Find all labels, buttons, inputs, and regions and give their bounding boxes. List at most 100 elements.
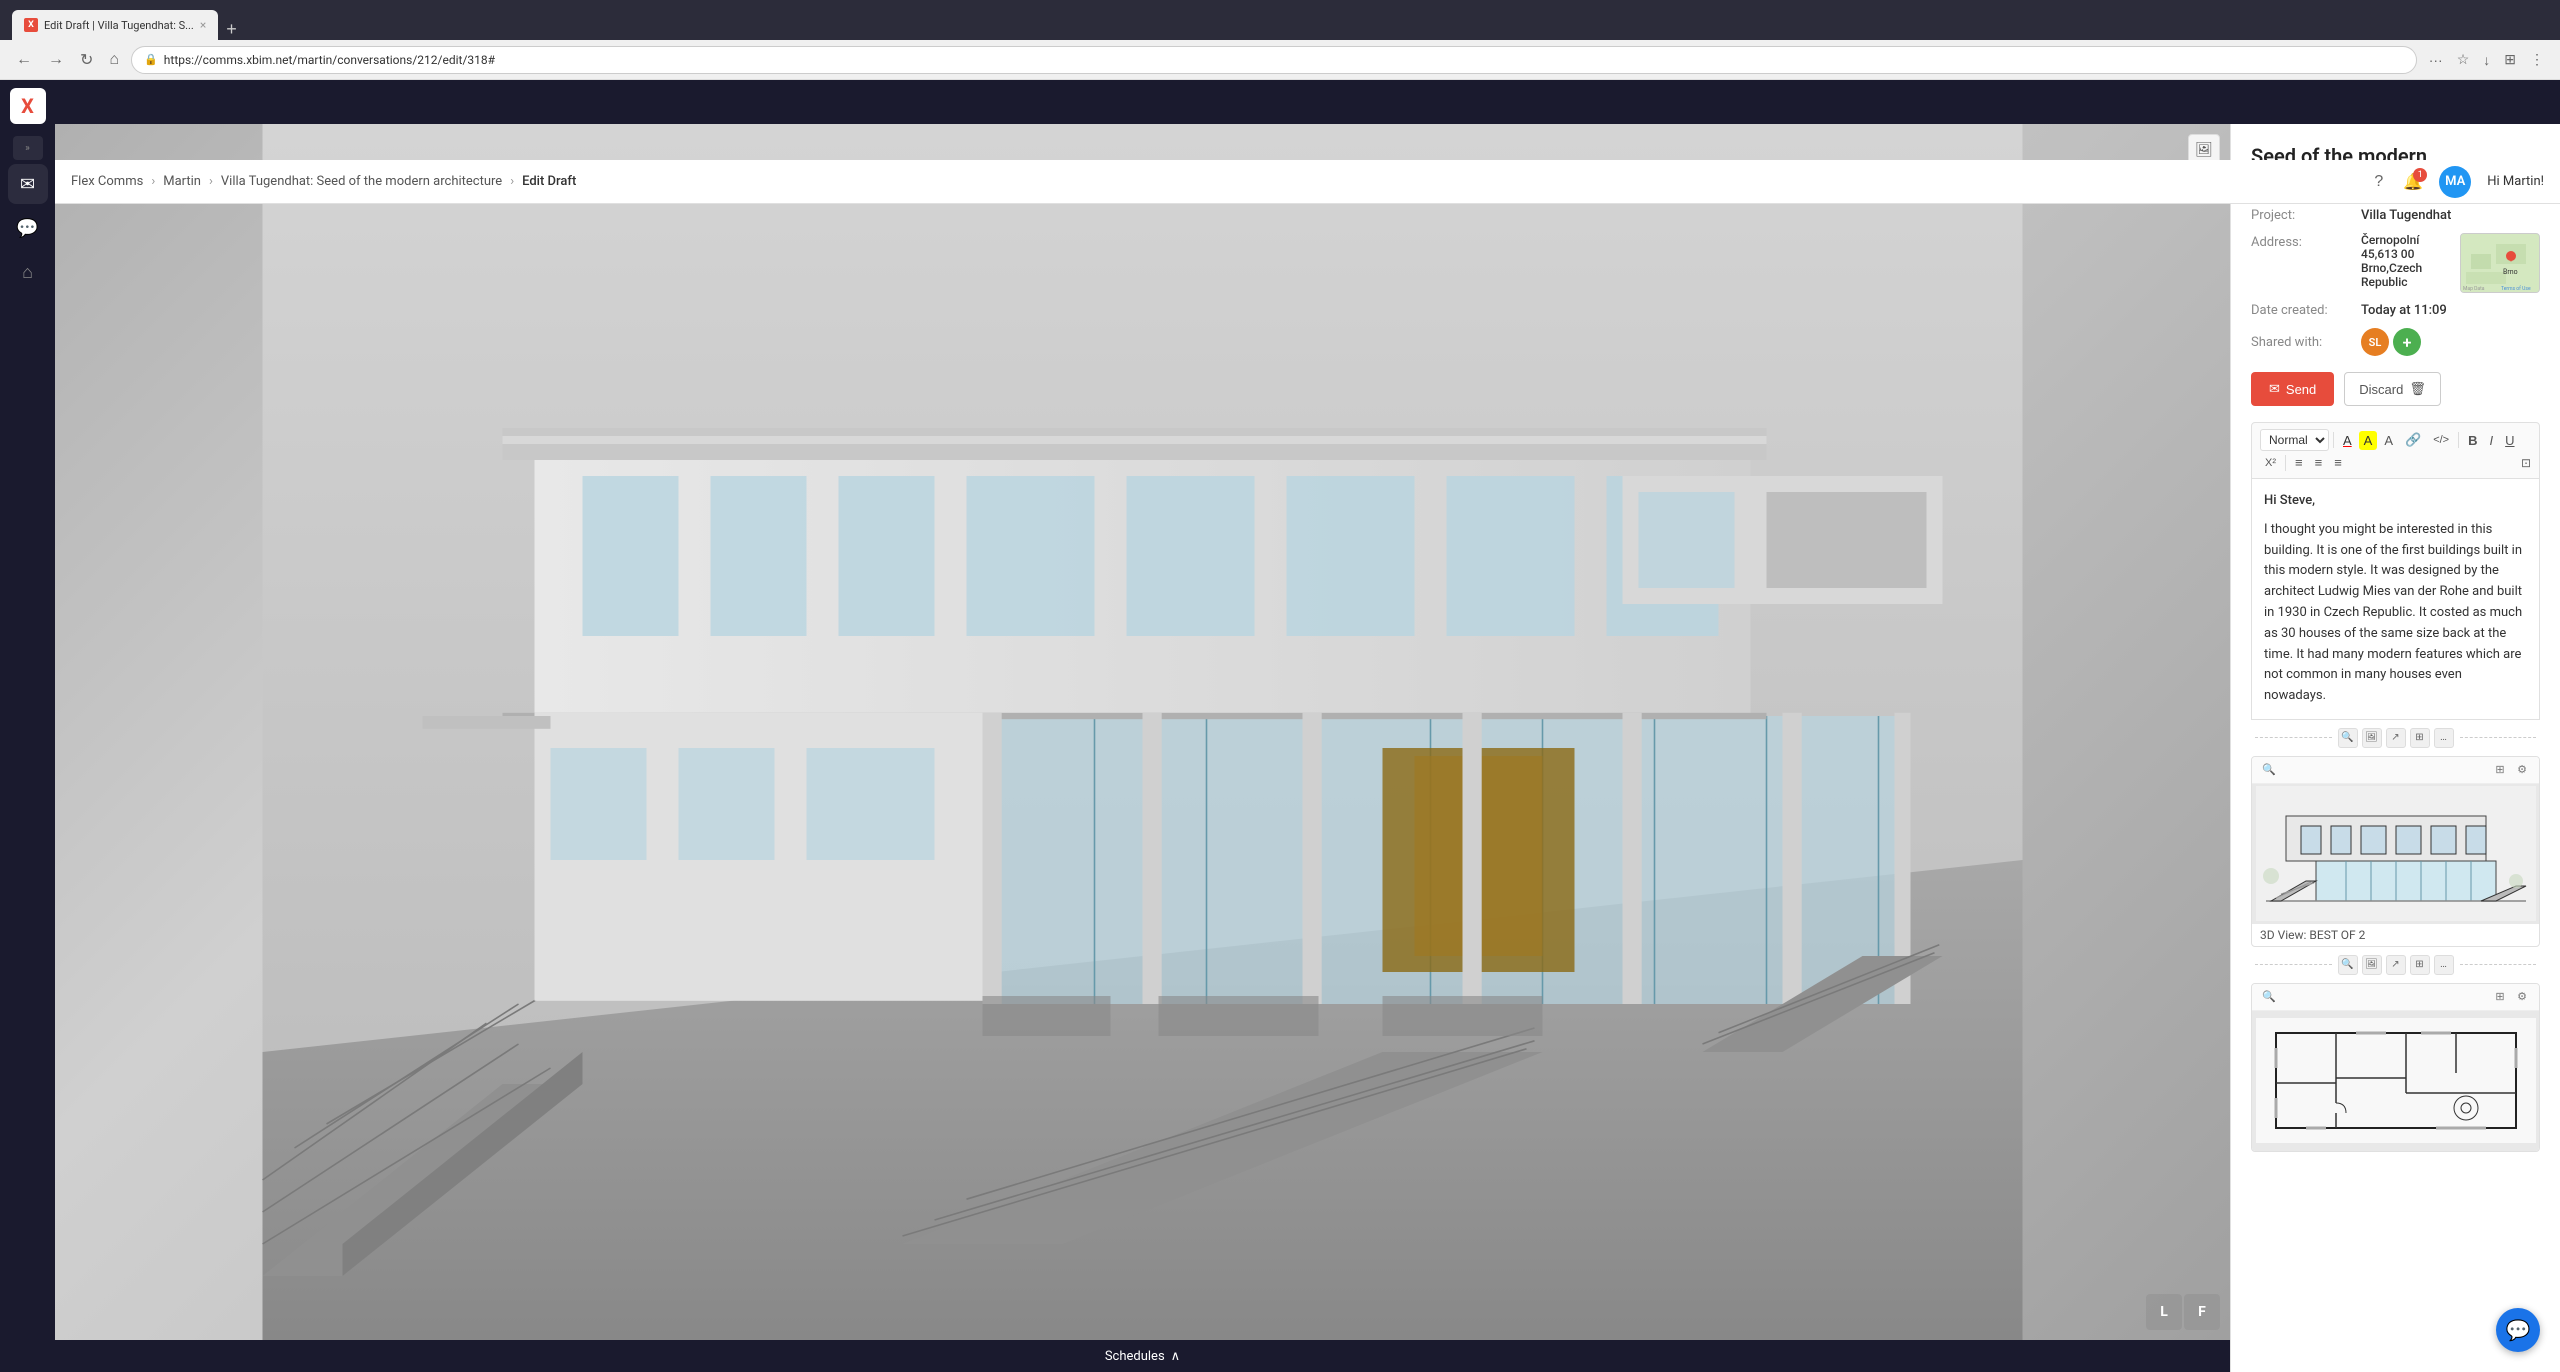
breadcrumb-sep-3: ›: [510, 174, 514, 189]
active-tab[interactable]: X Edit Draft | Villa Tugendhat: S... ×: [12, 10, 218, 40]
toolbar-font-color-button[interactable]: A: [2338, 431, 2357, 450]
home-button[interactable]: ⌂: [105, 47, 123, 73]
date-label: Date created:: [2251, 303, 2361, 318]
discard-icon: 🗑: [2409, 381, 2426, 397]
sidebar-item-mail[interactable]: ✉: [8, 164, 48, 204]
divider-line-2-left: [2255, 964, 2332, 965]
toolbar-expand-button[interactable]: ⊡: [2521, 456, 2531, 470]
attachment2-zoom-icon[interactable]: 🔍: [2338, 955, 2358, 975]
map-thumbnail[interactable]: Brno Map Data Terms of Use: [2460, 233, 2540, 293]
toolbar-ol-button[interactable]: ≡: [2290, 453, 2308, 472]
attachment-header-zoom[interactable]: 🔍: [2260, 761, 2278, 779]
url-text: https://comms.xbim.net/martin/conversati…: [164, 53, 2404, 67]
attachment-zoom-icon[interactable]: 🔍: [2338, 728, 2358, 748]
send-icon: ✉: [2269, 381, 2280, 397]
project-value: Villa Tugendhat: [2361, 208, 2451, 223]
sidebar-item-chat[interactable]: 💬: [8, 208, 48, 248]
extensions-button[interactable]: ⊞: [2500, 47, 2520, 72]
browser-nav-actions: ··· ☆ ↓ ⊞ ⋮: [2425, 47, 2548, 72]
breadcrumb-martin[interactable]: Martin: [163, 174, 201, 189]
attachment2-header-zoom[interactable]: 🔍: [2260, 988, 2278, 1006]
toolbar-ul-button[interactable]: ≡: [2310, 453, 2328, 472]
toolbar-code-button[interactable]: </>: [2428, 432, 2454, 448]
send-button[interactable]: ✉ Send: [2251, 372, 2334, 406]
notification-bell[interactable]: 🔔 1: [2403, 172, 2423, 191]
attachment2-settings-icon[interactable]: ⚙: [2513, 988, 2531, 1006]
attachment-header-2: 🔍 ⊞ ⚙: [2252, 984, 2539, 1011]
toolbar-bold-button[interactable]: B: [2463, 431, 2482, 450]
attachment2-link-icon[interactable]: ↗: [2386, 955, 2406, 975]
more-button[interactable]: ···: [2425, 48, 2447, 72]
schedules-chevron: ∧: [1171, 1349, 1181, 1364]
corner-logo-f: F: [2184, 1294, 2220, 1330]
svg-text:Terms of Use: Terms of Use: [2501, 285, 2531, 292]
attachment-header-1: 🔍 ⊞ ⚙: [2252, 757, 2539, 784]
chat-icon: 💬: [16, 218, 38, 239]
browser-chrome: X Edit Draft | Villa Tugendhat: S... × +: [0, 0, 2560, 40]
toolbar-font-button[interactable]: A: [2379, 431, 2398, 450]
user-avatar[interactable]: MA: [2439, 166, 2471, 198]
tab-close-button[interactable]: ×: [200, 18, 206, 32]
breadcrumb-sep-2: ›: [209, 174, 213, 189]
attachment-more-icon[interactable]: …: [2434, 728, 2454, 748]
attachment-settings-icon[interactable]: ⚙: [2513, 761, 2531, 779]
attachment2-more-icon[interactable]: …: [2434, 955, 2454, 975]
attachment2-grid-icon[interactable]: ⊞: [2410, 955, 2430, 975]
browser-nav: ← → ↻ ⌂ 🔒 https://comms.xbim.net/martin/…: [0, 40, 2560, 80]
add-shared-button[interactable]: +: [2393, 328, 2421, 356]
toolbar-italic-button[interactable]: I: [2485, 431, 2499, 450]
forward-button[interactable]: →: [44, 47, 68, 73]
email-body[interactable]: Hi Steve, I thought you might be interes…: [2251, 479, 2540, 720]
map-inner: Brno Map Data Terms of Use: [2461, 234, 2539, 292]
attachment-divider-1: 🔍 🖼 ↗ ⊞ …: [2251, 728, 2540, 748]
chat-support-button[interactable]: 💬: [2496, 1308, 2540, 1352]
toolbar-superscript-button[interactable]: X²: [2260, 455, 2281, 471]
editor-toolbar: Normal A A A 🔗 </> B I U X² ≡ ≡ ≡ ⊡: [2251, 422, 2540, 479]
text-style-select[interactable]: Normal: [2260, 429, 2329, 451]
attachment-image-icon[interactable]: 🖼: [2362, 728, 2382, 748]
attachment-grid-icon[interactable]: ⊞: [2410, 728, 2430, 748]
schedules-bar[interactable]: Schedules ∧: [55, 1340, 2230, 1372]
discard-button[interactable]: Discard 🗑: [2344, 372, 2441, 406]
new-tab-button[interactable]: +: [218, 19, 245, 40]
project-row: Project: Villa Tugendhat: [2251, 208, 2540, 223]
attachment-card-floor-plan: 🔍 ⊞ ⚙: [2251, 983, 2540, 1152]
3d-view-area: 🖼 ↻ L F: [55, 124, 2230, 1340]
divider-line-left: [2255, 737, 2332, 738]
shared-avatar-sl[interactable]: SL: [2361, 328, 2389, 356]
attachment-3d-view-label: 3D View: BEST OF 2: [2252, 924, 2539, 946]
sidebar-item-home[interactable]: ⌂: [8, 252, 48, 292]
attachment-maximize-icon[interactable]: ⊞: [2491, 761, 2509, 779]
attachment2-maximize-icon[interactable]: ⊞: [2491, 988, 2509, 1006]
app-logo[interactable]: X: [10, 88, 46, 124]
schedules-label: Schedules: [1105, 1349, 1165, 1364]
sidebar-expand-button[interactable]: »: [13, 136, 43, 160]
attachment-link-icon[interactable]: ↗: [2386, 728, 2406, 748]
mail-icon: ✉: [20, 174, 35, 195]
corner-logo-l: L: [2146, 1294, 2182, 1330]
toolbar-align-button[interactable]: ≡: [2329, 453, 2347, 472]
breadcrumb-flex-comms[interactable]: Flex Comms: [71, 174, 143, 189]
email-greeting: Hi Steve,: [2264, 491, 2527, 512]
toolbar-link-button[interactable]: 🔗: [2400, 430, 2426, 450]
browser-settings-button[interactable]: ⋮: [2526, 47, 2548, 72]
attachment2-image-icon[interactable]: 🖼: [2362, 955, 2382, 975]
breadcrumb-actions: ? 🔔 1 MA Hi Martin!: [2370, 166, 2544, 198]
address-bar[interactable]: 🔒 https://comms.xbim.net/martin/conversa…: [131, 46, 2417, 74]
download-button[interactable]: ↓: [2479, 48, 2494, 72]
tab-title: Edit Draft | Villa Tugendhat: S...: [44, 19, 194, 32]
chat-support-icon: 💬: [2506, 1318, 2531, 1342]
refresh-button[interactable]: ↻: [76, 46, 97, 74]
building-3d-render: [55, 124, 2230, 1340]
image-icon: 🖼: [2195, 142, 2213, 158]
back-button[interactable]: ←: [12, 47, 36, 73]
bookmark-button[interactable]: ☆: [2453, 47, 2474, 72]
attachment-divider-2: 🔍 🖼 ↗ ⊞ …: [2251, 955, 2540, 975]
date-row: Date created: Today at 11:09: [2251, 303, 2540, 318]
toolbar-underline-button[interactable]: U: [2500, 431, 2519, 450]
help-button[interactable]: ?: [2370, 169, 2387, 195]
shared-with-row: Shared with: SL +: [2251, 328, 2540, 356]
breadcrumb-villa[interactable]: Villa Tugendhat: Seed of the modern arch…: [221, 174, 502, 189]
toolbar-highlight-button[interactable]: A: [2359, 431, 2378, 450]
send-label: Send: [2286, 382, 2316, 397]
